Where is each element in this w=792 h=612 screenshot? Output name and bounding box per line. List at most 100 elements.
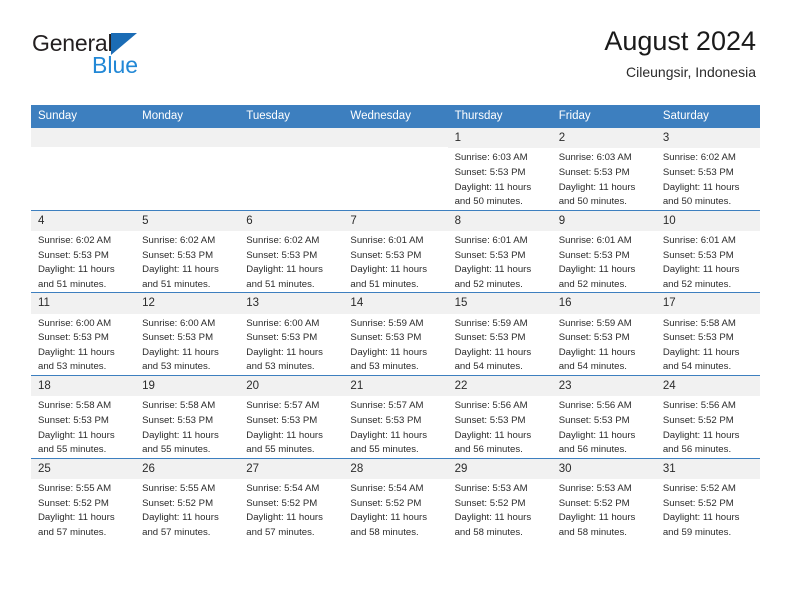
sunrise-time: Sunrise: 5:58 AM bbox=[142, 400, 216, 412]
calendar-day-cell[interactable]: 1 Sunrise: 6:03 AM Sunset: 5:53 PM Daylight… bbox=[447, 128, 552, 211]
daylight-duration-line2: and 57 minutes. bbox=[142, 526, 211, 538]
sunrise-time: Sunrise: 6:00 AM bbox=[246, 317, 320, 329]
day-number: 5 bbox=[135, 210, 240, 232]
sunset-time: Sunset: 5:53 PM bbox=[558, 249, 630, 261]
calendar-day-cell[interactable]: 25 Sunrise: 5:55 AM Sunset: 5:52 PM Dayligh… bbox=[31, 457, 136, 541]
sunset-time: Sunset: 5:53 PM bbox=[246, 332, 318, 344]
daylight-duration-line2: and 53 minutes. bbox=[246, 361, 315, 373]
calendar-day-cell[interactable]: 10 Sunrise: 6:01 AM Sunset: 5:53 PM Dayligh… bbox=[655, 209, 760, 293]
day-number: 9 bbox=[551, 210, 656, 232]
daylight-duration-line2: and 56 minutes. bbox=[454, 444, 523, 456]
day-details: Sunrise: 5:54 AM Sunset: 5:52 PM Daylight:… bbox=[239, 479, 343, 540]
calendar-day-cell[interactable]: 27 Sunrise: 5:54 AM Sunset: 5:52 PM Dayligh… bbox=[239, 457, 344, 541]
day-cell-inner: 30 Sunrise: 5:53 AM Sunset: 5:52 PM Dayligh… bbox=[551, 458, 656, 541]
calendar-day-cell[interactable]: 18 Sunrise: 5:58 AM Sunset: 5:53 PM Dayligh… bbox=[31, 375, 136, 459]
day-details: Sunrise: 5:56 AM Sunset: 5:53 PM Daylight:… bbox=[448, 396, 552, 457]
day-cell-inner: 27 Sunrise: 5:54 AM Sunset: 5:52 PM Dayligh… bbox=[239, 458, 344, 541]
day-number: 29 bbox=[447, 458, 552, 480]
day-number: 20 bbox=[239, 376, 344, 397]
calendar-day-cell[interactable]: 12 Sunrise: 6:00 AM Sunset: 5:53 PM Dayligh… bbox=[135, 292, 240, 376]
day-number bbox=[31, 128, 136, 147]
daylight-duration-line2: and 51 minutes. bbox=[38, 278, 107, 290]
sunrise-time: Sunrise: 5:52 AM bbox=[662, 483, 736, 495]
day-cell-inner: 16 Sunrise: 5:59 AM Sunset: 5:53 PM Dayligh… bbox=[551, 293, 656, 375]
daylight-duration-line2: and 57 minutes. bbox=[246, 526, 315, 538]
daylight-duration-line2: and 51 minutes. bbox=[350, 278, 419, 290]
sunset-time: Sunset: 5:53 PM bbox=[454, 166, 526, 178]
calendar-day-cell[interactable]: 4 Sunrise: 6:02 AM Sunset: 5:53 PM Daylight… bbox=[31, 209, 136, 293]
day-number bbox=[343, 128, 448, 147]
calendar-day-cell[interactable]: 3 Sunrise: 6:02 AM Sunset: 5:53 PM Daylight… bbox=[655, 128, 760, 211]
calendar-day-cell[interactable]: 16 Sunrise: 5:59 AM Sunset: 5:53 PM Dayligh… bbox=[551, 292, 656, 376]
calendar-day-cell[interactable]: 21 Sunrise: 5:57 AM Sunset: 5:53 PM Dayligh… bbox=[343, 375, 448, 459]
calendar-day-cell[interactable]: 17 Sunrise: 5:58 AM Sunset: 5:53 PM Dayligh… bbox=[655, 292, 760, 376]
calendar-day-cell[interactable]: 23 Sunrise: 5:56 AM Sunset: 5:53 PM Dayligh… bbox=[551, 375, 656, 459]
calendar-day-cell[interactable]: 6 Sunrise: 6:02 AM Sunset: 5:53 PM Daylight… bbox=[239, 209, 344, 293]
day-details: Sunrise: 5:57 AM Sunset: 5:53 PM Daylight:… bbox=[239, 396, 343, 457]
sunrise-time: Sunrise: 5:53 AM bbox=[558, 483, 632, 495]
sunrise-time: Sunrise: 5:58 AM bbox=[662, 317, 736, 329]
sunrise-time: Sunrise: 5:55 AM bbox=[38, 483, 112, 495]
day-cell-inner: 31 Sunrise: 5:52 AM Sunset: 5:52 PM Dayligh… bbox=[655, 458, 760, 541]
calendar-day-cell[interactable]: 13 Sunrise: 6:00 AM Sunset: 5:53 PM Dayligh… bbox=[239, 292, 344, 376]
sunset-time: Sunset: 5:53 PM bbox=[142, 415, 214, 427]
calendar-day-cell[interactable]: 8 Sunrise: 6:01 AM Sunset: 5:53 PM Daylight… bbox=[447, 209, 552, 293]
daylight-duration-line2: and 50 minutes. bbox=[662, 196, 732, 208]
sunrise-time: Sunrise: 5:53 AM bbox=[454, 483, 528, 495]
calendar-day-cell[interactable]: 20 Sunrise: 5:57 AM Sunset: 5:53 PM Dayligh… bbox=[239, 375, 344, 459]
day-details: Sunrise: 5:55 AM Sunset: 5:52 PM Daylight:… bbox=[135, 479, 239, 540]
calendar-day-cell[interactable]: 24 Sunrise: 5:56 AM Sunset: 5:52 PM Dayligh… bbox=[655, 375, 760, 459]
sunset-time: Sunset: 5:53 PM bbox=[350, 332, 422, 344]
day-number: 12 bbox=[135, 293, 240, 314]
calendar-day-cell[interactable]: 5 Sunrise: 6:02 AM Sunset: 5:53 PM Daylight… bbox=[135, 209, 240, 293]
daylight-duration-line1: Daylight: 11 hours bbox=[350, 429, 428, 441]
calendar-day-cell[interactable]: 30 Sunrise: 5:53 AM Sunset: 5:52 PM Dayligh… bbox=[551, 457, 656, 541]
daylight-duration-line1: Daylight: 11 hours bbox=[454, 429, 532, 441]
calendar-week-row: 1 Sunrise: 6:03 AM Sunset: 5:53 PM Daylight… bbox=[31, 128, 760, 211]
sunrise-time: Sunrise: 5:59 AM bbox=[558, 317, 632, 329]
calendar-day-cell[interactable]: 31 Sunrise: 5:52 AM Sunset: 5:52 PM Dayligh… bbox=[655, 457, 760, 541]
day-number: 18 bbox=[31, 376, 136, 397]
sunrise-time: Sunrise: 5:56 AM bbox=[662, 400, 736, 412]
sunrise-time: Sunrise: 6:02 AM bbox=[38, 235, 112, 247]
calendar-day-cell[interactable]: 19 Sunrise: 5:58 AM Sunset: 5:53 PM Dayligh… bbox=[135, 375, 240, 459]
calendar-day-cell[interactable]: 29 Sunrise: 5:53 AM Sunset: 5:52 PM Dayligh… bbox=[447, 457, 552, 541]
calendar-day-cell[interactable]: 22 Sunrise: 5:56 AM Sunset: 5:53 PM Dayligh… bbox=[447, 375, 552, 459]
daylight-duration-line1: Daylight: 11 hours bbox=[142, 346, 219, 358]
day-details: Sunrise: 5:59 AM Sunset: 5:53 PM Daylight:… bbox=[552, 314, 656, 375]
day-details: Sunrise: 5:59 AM Sunset: 5:53 PM Daylight:… bbox=[448, 314, 552, 375]
calendar-day-cell[interactable]: 9 Sunrise: 6:01 AM Sunset: 5:53 PM Daylight… bbox=[551, 209, 656, 293]
general-blue-logo[interactable]: General Blue bbox=[32, 32, 252, 92]
daylight-duration-line1: Daylight: 11 hours bbox=[142, 429, 219, 441]
day-details: Sunrise: 5:52 AM Sunset: 5:52 PM Daylight:… bbox=[656, 479, 760, 540]
day-number: 24 bbox=[655, 376, 760, 397]
day-cell-inner: 8 Sunrise: 6:01 AM Sunset: 5:53 PM Daylight… bbox=[447, 210, 552, 293]
calendar-day-cell[interactable]: 26 Sunrise: 5:55 AM Sunset: 5:52 PM Dayligh… bbox=[135, 457, 240, 541]
daylight-duration-line1: Daylight: 11 hours bbox=[38, 264, 115, 276]
day-number: 26 bbox=[135, 458, 240, 480]
day-number: 10 bbox=[655, 210, 760, 232]
calendar-day-cell[interactable]: 7 Sunrise: 6:01 AM Sunset: 5:53 PM Daylight… bbox=[343, 209, 448, 293]
calendar-day-cell[interactable]: 2 Sunrise: 6:03 AM Sunset: 5:53 PM Daylight… bbox=[551, 128, 656, 211]
day-cell-inner: 21 Sunrise: 5:57 AM Sunset: 5:53 PM Dayligh… bbox=[343, 376, 448, 458]
day-details: Sunrise: 6:03 AM Sunset: 5:53 PM Daylight:… bbox=[448, 148, 552, 209]
calendar-day-cell[interactable]: 28 Sunrise: 5:54 AM Sunset: 5:52 PM Dayligh… bbox=[343, 457, 448, 541]
daylight-duration-line1: Daylight: 11 hours bbox=[350, 346, 428, 358]
calendar-day-cell[interactable]: 11 Sunrise: 6:00 AM Sunset: 5:53 PM Dayligh… bbox=[31, 292, 136, 376]
day-number: 28 bbox=[343, 458, 448, 480]
weekday-header-saturday: Saturday bbox=[655, 105, 760, 128]
daylight-duration-line2: and 54 minutes. bbox=[558, 361, 627, 373]
daylight-duration-line1: Daylight: 11 hours bbox=[246, 429, 323, 441]
calendar-day-cell[interactable]: 14 Sunrise: 5:59 AM Sunset: 5:53 PM Dayligh… bbox=[343, 292, 448, 376]
sunset-time: Sunset: 5:52 PM bbox=[454, 497, 526, 509]
day-cell-inner bbox=[135, 128, 240, 210]
daylight-duration-line2: and 55 minutes. bbox=[142, 444, 211, 456]
sunrise-time: Sunrise: 5:59 AM bbox=[454, 317, 528, 329]
daylight-duration-line1: Daylight: 11 hours bbox=[142, 512, 219, 524]
weekday-header-sunday: Sunday bbox=[31, 105, 136, 128]
calendar-page: General Blue August 2024 Cileungsir, Ind… bbox=[0, 0, 792, 612]
weekday-header-tuesday: Tuesday bbox=[239, 105, 344, 128]
daylight-duration-line1: Daylight: 11 hours bbox=[662, 346, 740, 358]
calendar-day-cell[interactable]: 15 Sunrise: 5:59 AM Sunset: 5:53 PM Dayligh… bbox=[447, 292, 552, 376]
sunrise-time: Sunrise: 6:02 AM bbox=[662, 152, 736, 164]
